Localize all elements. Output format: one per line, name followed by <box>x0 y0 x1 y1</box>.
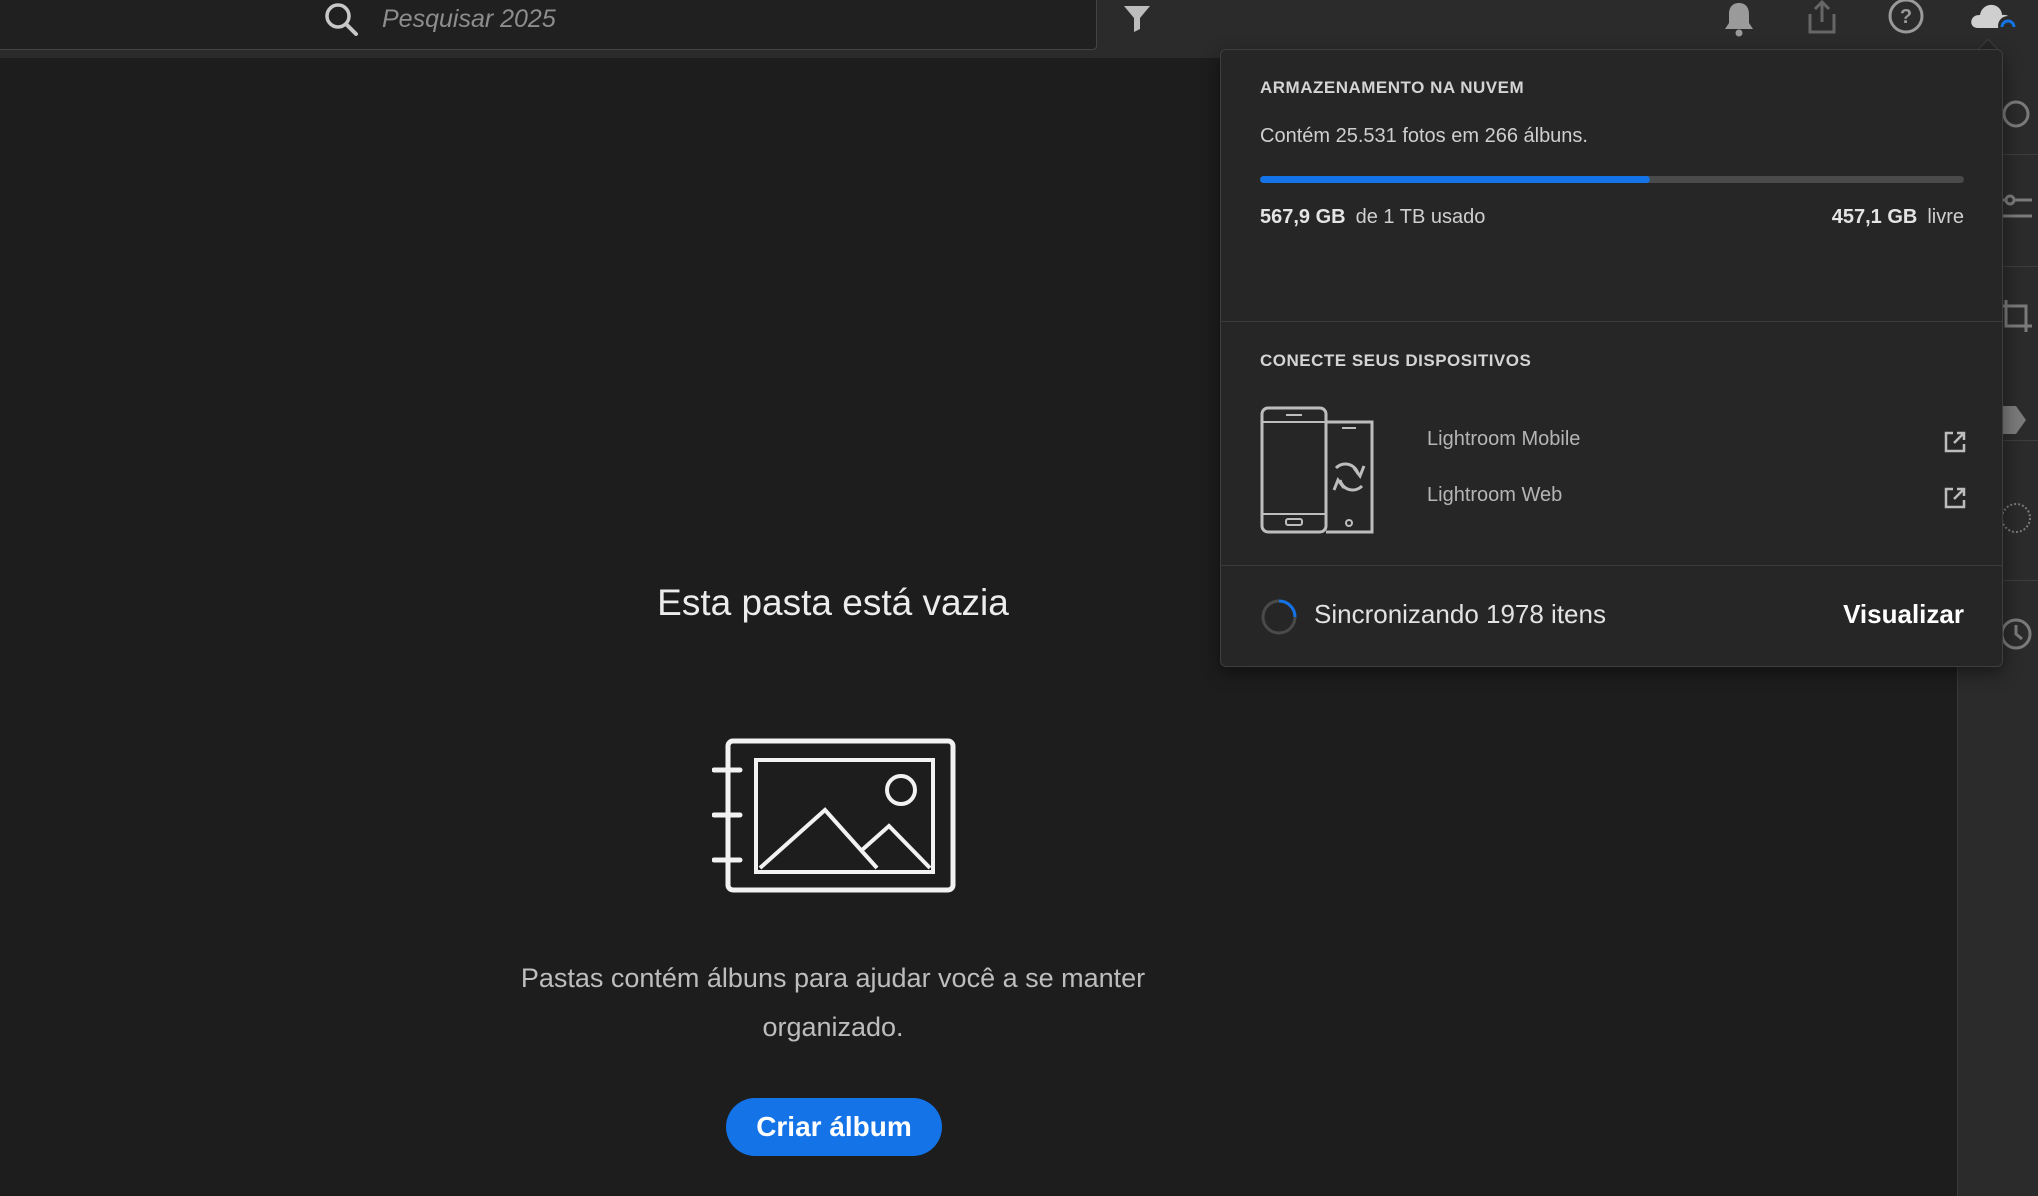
free-label: livre <box>1927 206 1964 228</box>
storage-usage-fill <box>1260 176 1650 183</box>
search-bar[interactable] <box>0 0 1097 50</box>
lightroom-web-link[interactable]: Lightroom Web <box>1427 484 1562 507</box>
search-input[interactable] <box>380 0 980 38</box>
lightroom-mobile-link[interactable]: Lightroom Mobile <box>1427 428 1580 451</box>
external-link-icon[interactable] <box>1943 486 1967 510</box>
popover-divider <box>1221 565 2002 566</box>
devices-illustration <box>1260 406 1374 534</box>
free-amount: 457,1 GB <box>1831 206 1918 228</box>
search-icon <box>325 3 358 36</box>
album-illustration <box>712 738 956 893</box>
storage-free: 457,1 GB livre <box>1832 206 1964 229</box>
storage-usage-bar <box>1260 176 1964 183</box>
sync-spinner-icon <box>1261 599 1297 635</box>
used-amount: 567,9 GB <box>1260 206 1346 228</box>
used-label: de 1 TB usado <box>1355 206 1486 228</box>
help-icon[interactable]: ? <box>1886 0 1926 40</box>
bell-icon[interactable] <box>1719 0 1759 40</box>
external-link-icon[interactable] <box>1943 430 1967 454</box>
share-icon[interactable] <box>1802 0 1842 40</box>
popover-divider <box>1221 321 2002 322</box>
cloud-sync-icon[interactable] <box>1968 0 2020 40</box>
storage-summary: Contém 25.531 fotos em 266 álbuns. <box>1260 125 1588 147</box>
svg-text:?: ? <box>1900 6 1912 28</box>
view-sync-link[interactable]: Visualizar <box>1843 599 1964 630</box>
cloud-storage-popover: ARMAZENAMENTO NA NUVEM Contém 25.531 fot… <box>1220 49 2003 667</box>
storage-used: 567,9 GB de 1 TB usado <box>1260 206 1485 229</box>
create-album-button[interactable]: Criar álbum <box>726 1098 942 1156</box>
empty-state-description: Pastas contém álbuns para ajudar você a … <box>520 963 1146 1042</box>
storage-heading: ARMAZENAMENTO NA NUVEM <box>1260 78 1525 97</box>
sync-status: Sincronizando 1978 itens <box>1314 599 1606 629</box>
devices-heading: CONECTE SEUS DISPOSITIVOS <box>1260 351 1532 370</box>
filter-icon[interactable] <box>1121 2 1153 34</box>
